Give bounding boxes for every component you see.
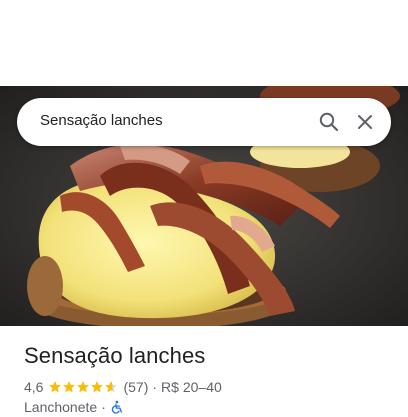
top-blank-area (0, 0, 408, 86)
close-icon[interactable] (353, 110, 377, 134)
search-input[interactable]: Sensação lanches (40, 112, 163, 129)
place-title: Sensação lanches (24, 343, 206, 368)
star-icon (105, 381, 118, 393)
price-range: R$ 20–40 (161, 379, 222, 395)
star-icon (77, 381, 90, 393)
search-icon[interactable] (317, 110, 341, 134)
star-icon (63, 381, 76, 393)
separator-dot: · (152, 379, 158, 395)
rating-stars[interactable] (48, 380, 118, 394)
category-label: Lanchonete (24, 399, 98, 415)
rating-value: 4,6 (24, 379, 44, 395)
search-bar[interactable]: Sensação lanches (17, 98, 391, 146)
rating-row: 4,6 (57) · R$ 20–40 (24, 378, 222, 396)
review-count[interactable]: (57) (123, 379, 148, 395)
star-icon (49, 381, 62, 393)
category-row: Lanchonete · (24, 398, 124, 416)
star-icon (91, 381, 104, 393)
separator-dot: · (101, 399, 106, 415)
